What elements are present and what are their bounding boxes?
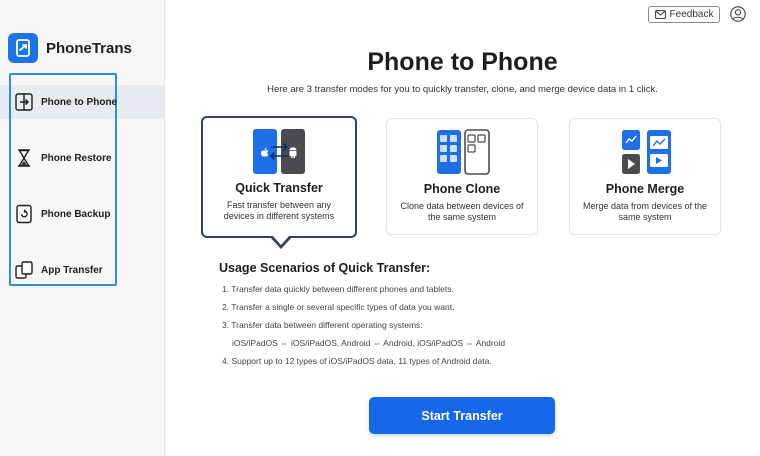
phone-merge-illustration [570,127,720,177]
sidebar-item-label: Phone to Phone [41,96,118,108]
usage-title: Usage Scenarios of Quick Transfer: [219,261,431,275]
list-item: 3. Transfer data between different opera… [222,320,423,330]
card-title: Phone Clone [423,182,501,196]
mail-icon [654,10,666,19]
feedback-label: Feedback [669,9,714,20]
sidebar-item-phone-backup[interactable]: Phone Backup [14,204,110,224]
usage-list: 1. Transfer data quickly between differe… [222,283,505,373]
start-transfer-button[interactable]: Start Transfer [369,397,555,434]
page-subtitle: Here are 3 transfer modes for you to qui… [267,84,658,95]
list-item: 1. Transfer data quickly between differe… [222,284,454,294]
backup-icon [16,204,32,224]
card-title: Quick Transfer [235,181,323,195]
app-name: PhoneTrans [46,39,132,57]
list-item: 2. Transfer a single or several specific… [222,302,455,312]
card-description: Fast transfer between any devices in dif… [223,200,335,221]
app-transfer-icon [15,261,33,279]
mode-card-phone-clone[interactable]: Phone Clone Clone data between devices o… [386,118,538,235]
sidebar-item-label: Phone Backup [41,208,111,220]
sidebar-item-label: App Transfer [41,264,103,276]
card-description: Merge data from devices of the same syst… [582,201,708,222]
brand: PhoneTrans [8,33,132,63]
quick-transfer-illustration [203,126,355,176]
page-title: Phone to Phone [367,48,558,76]
phone-clone-illustration [387,127,537,177]
card-title: Phone Merge [605,182,685,196]
phonetrans-logo-icon [8,33,38,63]
list-item: iOS/iPadOS ⇔ iOS/iPadOS, Android ⇔ Andro… [232,338,506,348]
sidebar-item-label: Phone Restore [41,152,112,164]
account-icon[interactable] [730,6,746,22]
sidebar-item-app-transfer[interactable]: App Transfer [14,260,103,280]
hourglass-icon [18,149,30,167]
sidebar: PhoneTrans Phone to Phone Phone Restore … [0,0,165,456]
phone-transfer-icon [15,93,33,111]
sidebar-item-phone-to-phone[interactable]: Phone to Phone [14,92,117,112]
feedback-button[interactable]: Feedback [648,6,720,23]
selected-card-pointer-fill [272,235,290,245]
mode-card-phone-merge[interactable]: Phone Merge Merge data from devices of t… [569,118,721,235]
sidebar-item-phone-restore[interactable]: Phone Restore [14,148,112,168]
mode-card-quick-transfer[interactable]: Quick Transfer Fast transfer between any… [201,116,357,238]
card-description: Clone data between devices of the same s… [400,201,524,222]
list-item: 4. Support up to 12 types of iOS/iPadOS … [222,356,492,366]
